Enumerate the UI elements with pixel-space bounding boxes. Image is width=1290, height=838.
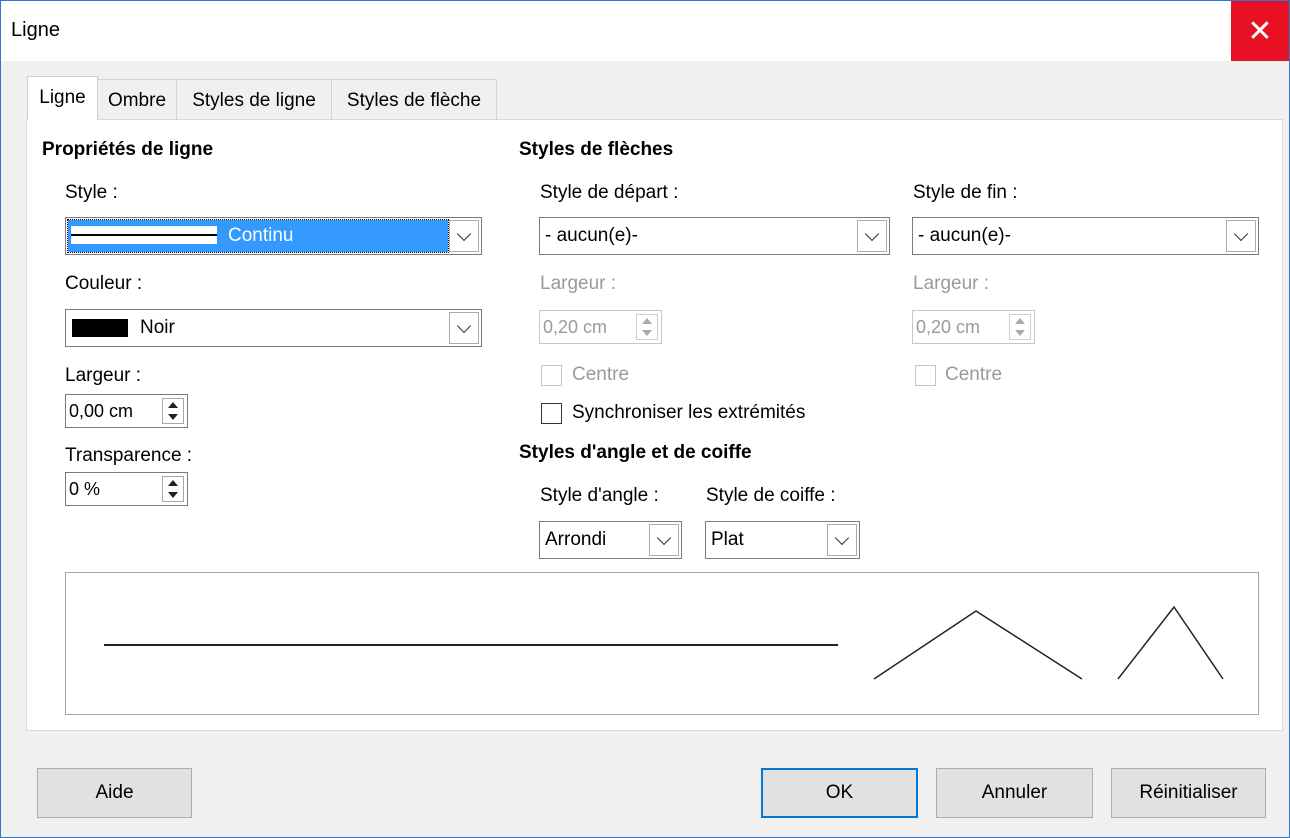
spin-down-icon	[1015, 330, 1025, 336]
cap-style-value: Plat	[711, 529, 744, 550]
line-color-dropdown-button[interactable]	[449, 312, 479, 344]
end-width-spin-buttons[interactable]	[1009, 314, 1031, 340]
line-sample	[71, 226, 217, 244]
arrow-styles-heading: Styles de flèches	[519, 139, 674, 160]
spin-up-icon	[1015, 318, 1025, 324]
end-width-spinbox[interactable]: 0,20 cm	[912, 310, 1035, 344]
corner-style-dropdown-button[interactable]	[649, 524, 679, 556]
start-style-value: - aucun(e)-	[545, 225, 638, 246]
start-style-dropdown-button[interactable]	[857, 220, 887, 252]
corner-cap-heading: Styles d'angle et de coiffe	[519, 442, 752, 463]
line-style-select[interactable]: Continu	[65, 217, 482, 255]
dialog-title: Ligne	[11, 19, 60, 41]
preview-narrow-angle	[1117, 605, 1224, 680]
help-button[interactable]: Aide	[37, 768, 192, 818]
ok-button-label: OK	[825, 782, 854, 803]
spin-up-icon	[168, 480, 178, 486]
end-width-value: 0,20 cm	[916, 317, 981, 337]
tab-ligne[interactable]: Ligne	[27, 76, 98, 120]
spin-up-icon	[168, 402, 178, 408]
line-style-value: Continu	[228, 225, 294, 246]
corner-style-value: Arrondi	[545, 529, 607, 550]
chevron-down-icon	[456, 226, 472, 241]
spin-down-icon	[642, 330, 652, 336]
cancel-button[interactable]: Annuler	[936, 768, 1093, 818]
dialog-window: Ligne ✕ Ligne Ombre Styles de ligne Styl…	[0, 0, 1290, 838]
line-properties-heading: Propriétés de ligne	[42, 139, 214, 160]
reset-button[interactable]: Réinitialiser	[1111, 768, 1266, 818]
end-style-value: - aucun(e)-	[918, 225, 1011, 246]
tab-styles-de-ligne[interactable]: Styles de ligne	[176, 79, 332, 119]
line-color-value: Noir	[140, 317, 175, 338]
end-center-checkbox[interactable]	[915, 365, 936, 386]
line-style-dropdown-button[interactable]	[449, 220, 479, 252]
cap-style-dropdown-button[interactable]	[827, 524, 857, 556]
corner-style-select[interactable]: Arrondi	[539, 521, 682, 559]
chevron-down-icon	[864, 226, 880, 241]
start-center-checkbox[interactable]	[541, 365, 562, 386]
selection-highlight: Continu	[67, 219, 449, 253]
color-label: Couleur :	[65, 273, 143, 294]
transparency-spin-buttons[interactable]	[162, 476, 184, 502]
preview-wide-angle	[873, 610, 1083, 680]
spin-up-icon	[642, 318, 652, 324]
line-width-spinbox[interactable]: 0,00 cm	[65, 394, 188, 428]
sync-ends-checkbox[interactable]	[541, 403, 562, 424]
end-width-label: Largeur :	[913, 273, 990, 294]
ok-button[interactable]: OK	[761, 768, 918, 818]
start-width-value: 0,20 cm	[543, 317, 608, 337]
start-width-spinbox[interactable]: 0,20 cm	[539, 310, 662, 344]
line-width-value: 0,00 cm	[69, 401, 134, 421]
corner-style-label: Style d'angle :	[540, 485, 659, 506]
end-style-dropdown-button[interactable]	[1226, 220, 1256, 252]
sync-ends-label: Synchroniser les extrémités	[572, 402, 806, 423]
title-bar: Ligne ✕	[1, 1, 1289, 61]
cap-style-select[interactable]: Plat	[705, 521, 860, 559]
end-center-label: Centre	[945, 364, 1003, 385]
help-button-label: Aide	[95, 782, 134, 803]
transparency-value: 0 %	[69, 479, 101, 499]
transparency-spinbox[interactable]: 0 %	[65, 472, 188, 506]
line-width-spin-buttons[interactable]	[162, 398, 184, 424]
close-button[interactable]: ✕	[1231, 1, 1289, 61]
start-style-select[interactable]: - aucun(e)-	[539, 217, 890, 255]
close-icon: ✕	[1247, 14, 1273, 48]
start-width-label: Largeur :	[540, 273, 617, 294]
start-width-spin-buttons[interactable]	[636, 314, 658, 340]
start-center-label: Centre	[572, 364, 630, 385]
chevron-down-icon	[656, 530, 672, 545]
chevron-down-icon	[834, 530, 850, 545]
reset-button-label: Réinitialiser	[1139, 782, 1238, 803]
line-preview	[65, 572, 1259, 715]
line-color-select[interactable]: Noir	[65, 309, 482, 347]
chevron-down-icon	[456, 318, 472, 333]
chevron-down-icon	[1233, 226, 1249, 241]
style-label: Style :	[65, 182, 118, 203]
cap-style-label: Style de coiffe :	[706, 485, 836, 506]
start-style-label: Style de départ :	[540, 182, 679, 203]
spin-down-icon	[168, 492, 178, 498]
preview-drawing	[104, 605, 1224, 680]
tab-styles-de-fleche[interactable]: Styles de flèche	[331, 79, 497, 119]
cancel-button-label: Annuler	[981, 782, 1048, 803]
width-label: Largeur :	[65, 365, 142, 386]
transparency-label: Transparence :	[65, 445, 193, 466]
end-style-select[interactable]: - aucun(e)-	[912, 217, 1259, 255]
tab-ombre[interactable]: Ombre	[97, 79, 177, 119]
color-swatch	[72, 319, 128, 337]
spin-down-icon	[168, 414, 178, 420]
end-style-label: Style de fin :	[913, 182, 1018, 203]
